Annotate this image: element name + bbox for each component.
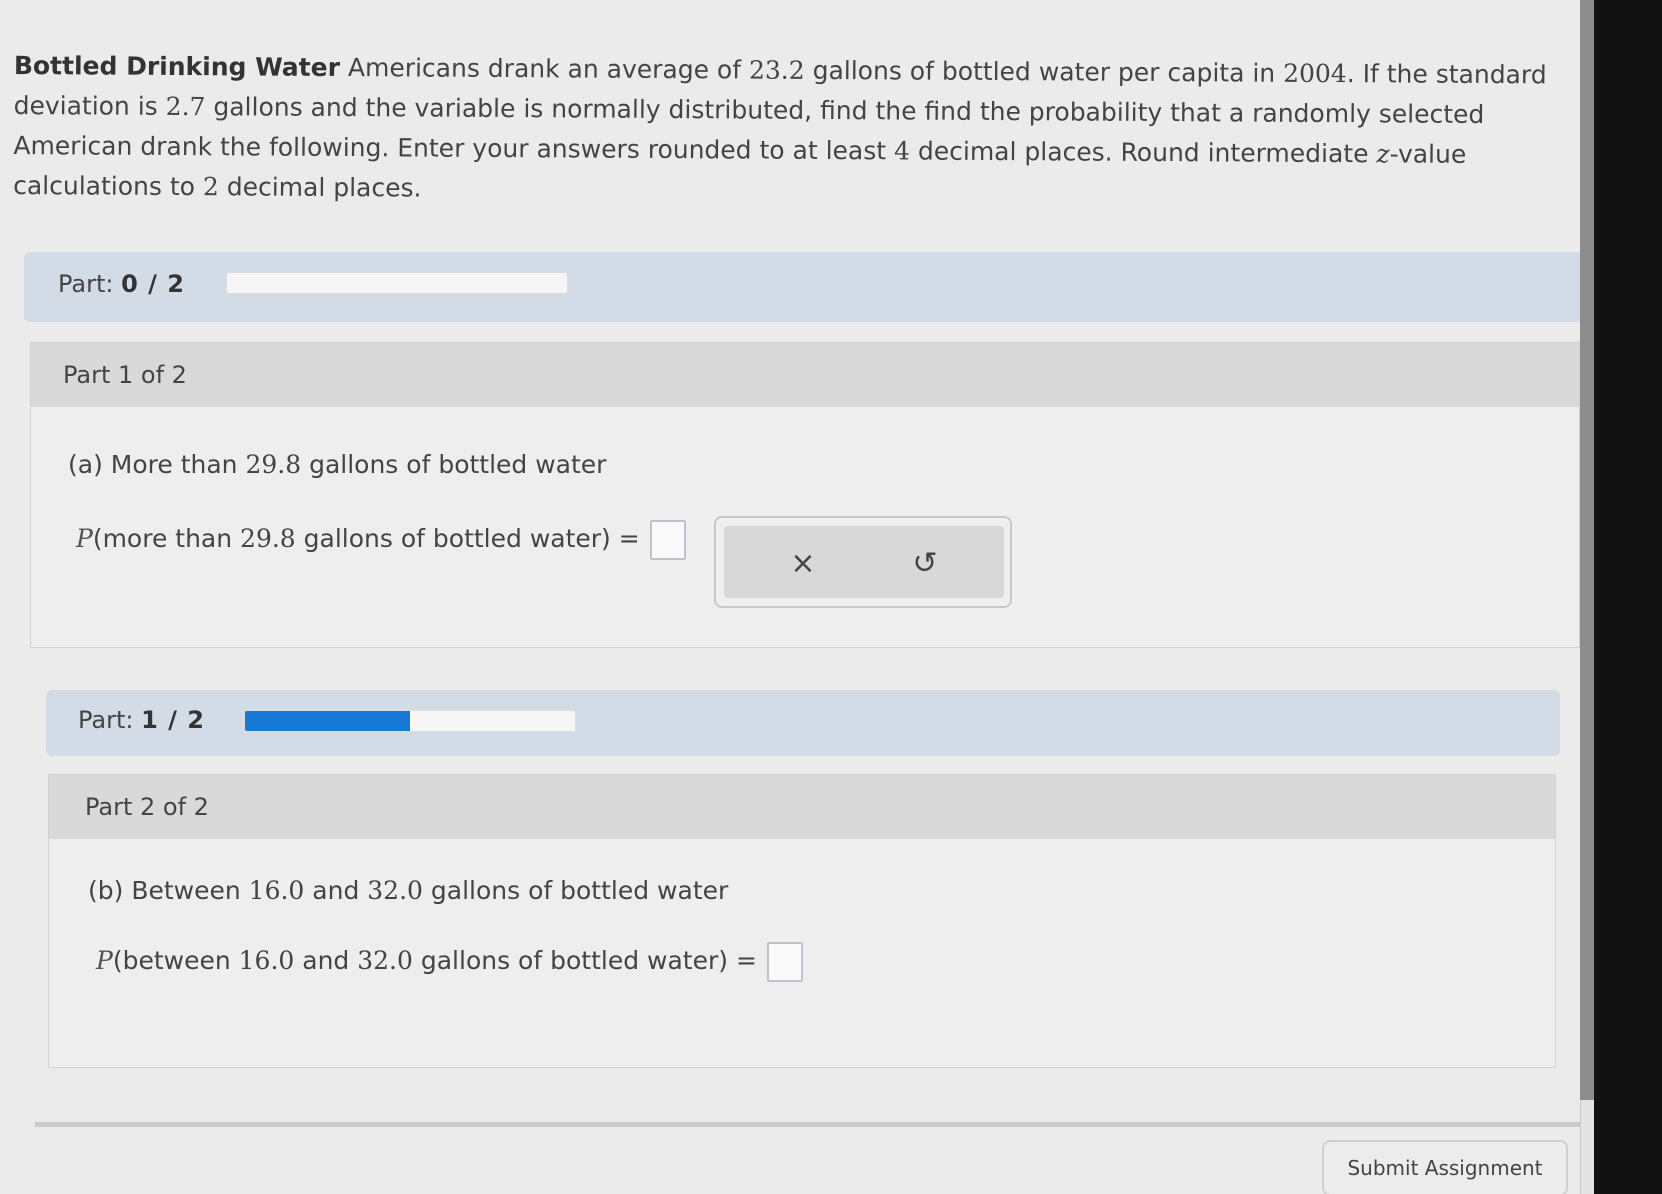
z-decimals-value: 2 [202, 172, 219, 202]
answer-tools-panel: × ↺ [714, 516, 1012, 608]
probability-symbol: P [96, 946, 113, 975]
part-progress-label: Part: 0 / 2 [58, 270, 185, 298]
undo-button[interactable]: ↺ [900, 538, 950, 588]
probability-symbol: P [76, 524, 93, 553]
footer-divider [35, 1122, 1580, 1127]
question-text: gallons of bottled water [301, 450, 607, 479]
progress-fill [245, 711, 410, 731]
equals-sign: = [728, 946, 757, 975]
expr-text: (between [112, 946, 239, 975]
year-value: 2004 [1283, 58, 1347, 89]
part-2-header: Part 2 of 2 [49, 775, 1555, 839]
answer-tools: × ↺ [724, 526, 1004, 598]
undo-icon: ↺ [912, 545, 938, 581]
problem-text: decimal places. Round intermediate [909, 136, 1377, 169]
question-text: and [304, 876, 368, 905]
expr-text: gallons of bottled water) [412, 946, 728, 975]
expr-value: 32.0 [357, 946, 413, 975]
expr-text: (more than [92, 524, 241, 553]
question-b: (b) Between 16.0 and 32.0 gallons of bot… [88, 876, 728, 905]
monitor-bezel [1594, 0, 1662, 1194]
assignment-screen: Bottled Drinking Water Americans drank a… [0, 0, 1628, 1194]
expr-text: gallons of bottled water) [295, 524, 611, 553]
scrollbar[interactable] [1580, 0, 1594, 1100]
part-2-card: Part 2 of 2 [48, 774, 1556, 1068]
low-value: 16.0 [248, 876, 305, 905]
expr-text: and [294, 946, 358, 975]
submit-assignment-button[interactable]: Submit Assignment [1322, 1140, 1568, 1194]
decimals-value: 4 [893, 136, 911, 166]
probability-expression-b: P(between 16.0 and 32.0 gallons of bottl… [96, 942, 803, 982]
expr-value: 16.0 [238, 946, 295, 975]
question-value: 29.8 [245, 450, 302, 479]
question-a: (a) More than 29.8 gallons of bottled wa… [68, 450, 606, 479]
part-1-header: Part 1 of 2 [31, 343, 1579, 407]
expr-value: 29.8 [240, 524, 296, 553]
equals-sign: = [610, 524, 640, 553]
problem-text: Americans drank an average of [339, 52, 750, 85]
mean-value: 23.2 [748, 55, 805, 85]
part-progress-label: Part: 1 / 2 [78, 706, 205, 734]
problem-statement: Bottled Drinking Water Americans drank a… [13, 46, 1574, 216]
clear-button[interactable]: × [778, 538, 828, 588]
progress-track [226, 272, 568, 294]
answer-input-a[interactable] [649, 520, 686, 560]
sd-value: 2.7 [165, 91, 206, 122]
close-icon: × [790, 545, 816, 581]
problem-text: decimal places. [218, 172, 422, 203]
question-text: (a) More than [68, 450, 246, 479]
problem-title: Bottled Drinking Water [13, 50, 341, 82]
question-text: gallons of bottled water [422, 876, 729, 905]
high-value: 32.0 [367, 876, 423, 905]
z-symbol: z [1376, 139, 1390, 169]
problem-text: gallons of bottled water per capita in [804, 55, 1284, 88]
part-progress-bar: Part: 0 / 2 [24, 252, 1582, 322]
answer-input-b[interactable] [766, 942, 803, 982]
part-progress-bar: Part: 1 / 2 [46, 690, 1560, 756]
question-text: (b) Between [88, 876, 249, 905]
probability-expression-a: P(more than 29.8 gallons of bottled wate… [76, 520, 686, 560]
progress-track [244, 710, 576, 732]
